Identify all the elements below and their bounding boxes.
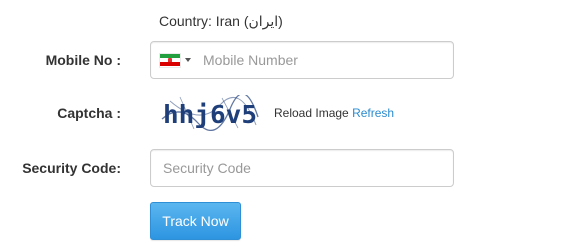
caret-down-icon <box>185 58 191 62</box>
country-text: Country: Iran (ایران) <box>159 13 283 29</box>
track-now-button[interactable]: Track Now <box>150 202 241 240</box>
tracking-form: Country: Iran (ایران) Mobile No : Captch… <box>0 0 582 252</box>
reload-image: Reload Image Refresh <box>274 106 394 120</box>
iran-flag-icon <box>160 53 180 67</box>
security-code-input[interactable] <box>163 150 443 186</box>
security-code-label: Security Code: <box>22 160 121 176</box>
mobile-label: Mobile No : <box>45 52 121 68</box>
mobile-number-input[interactable] <box>203 42 443 78</box>
captcha-image: hhj6v5 <box>161 95 259 131</box>
refresh-link[interactable]: Refresh <box>352 106 394 120</box>
captcha-text: hhj6v5 <box>163 100 257 129</box>
reload-image-label: Reload Image <box>274 106 349 120</box>
country-code-selector[interactable] <box>152 43 194 77</box>
mobile-field <box>150 41 454 79</box>
captcha-label: Captcha : <box>57 105 121 121</box>
security-code-field <box>150 149 454 187</box>
